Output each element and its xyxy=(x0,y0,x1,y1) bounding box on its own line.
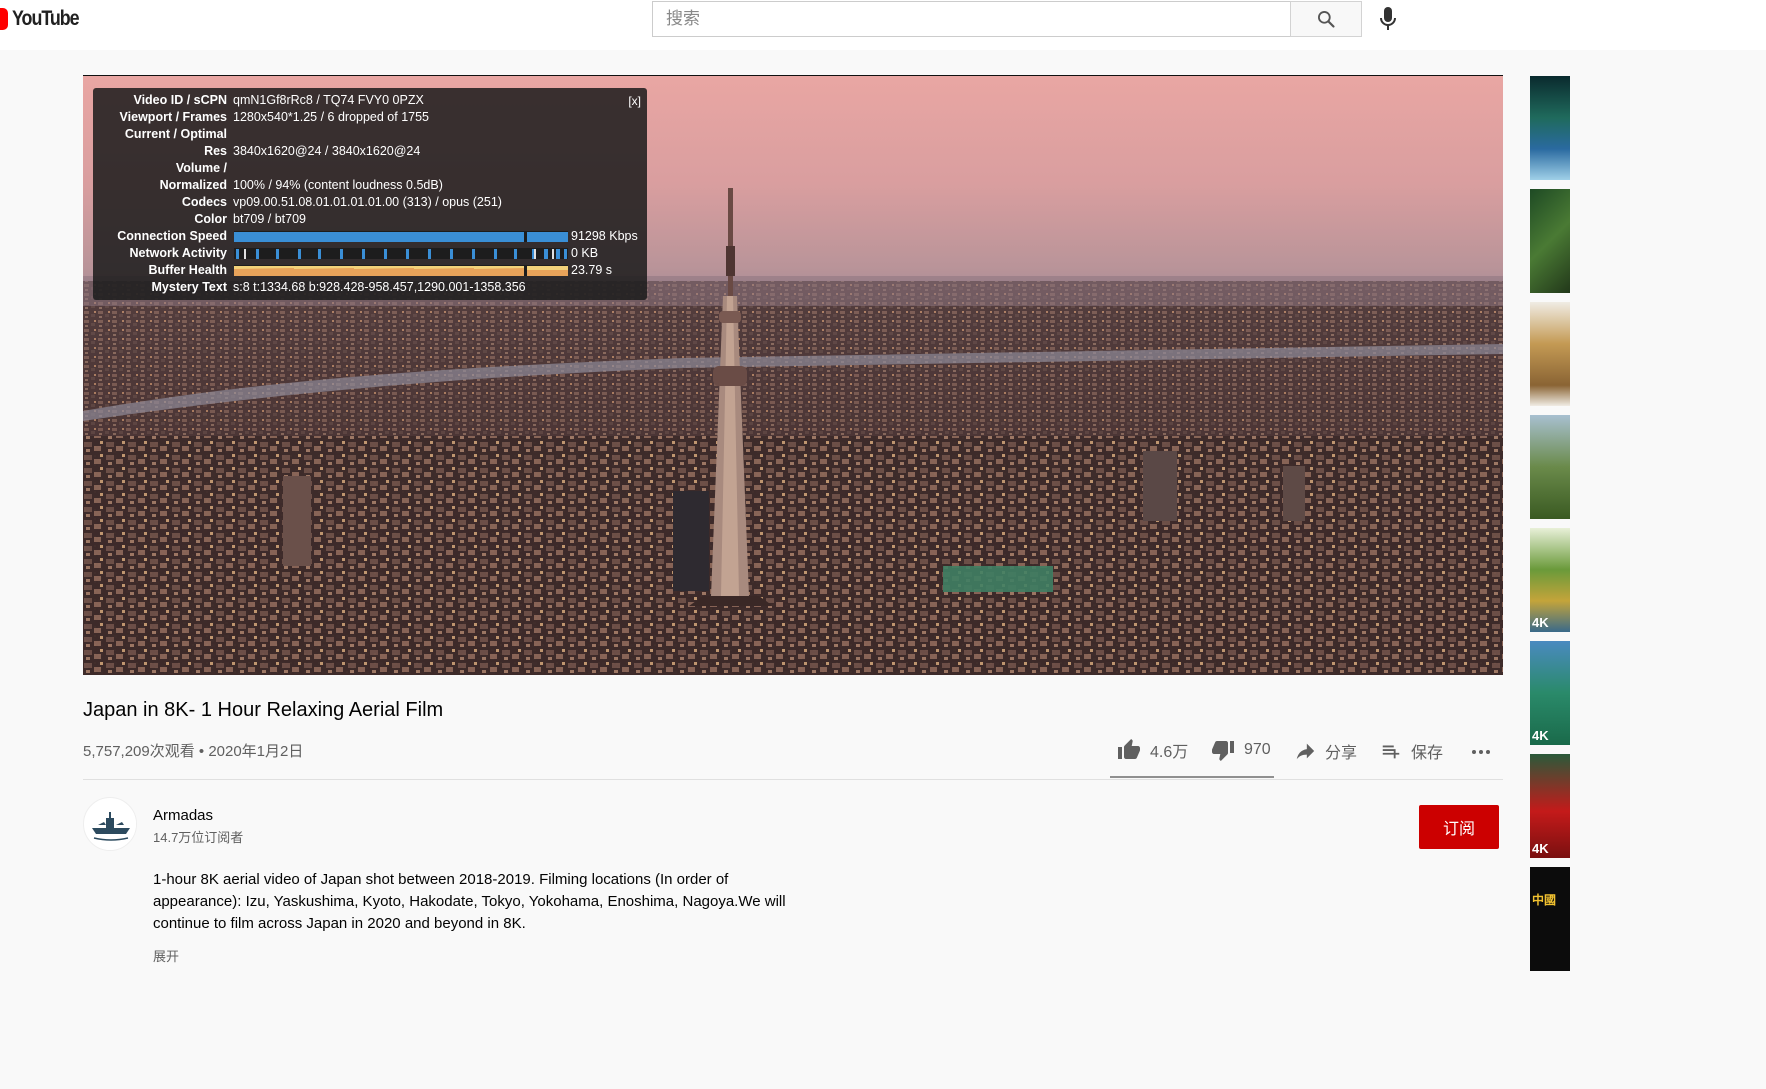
share-label: 分享 xyxy=(1325,745,1358,762)
recommendation-thumbnail[interactable] xyxy=(1530,415,1570,519)
share-button[interactable]: 分享 xyxy=(1293,739,1357,763)
recommendation-thumbnail[interactable] xyxy=(1530,76,1570,180)
stat-value: 23.79 s xyxy=(571,263,613,277)
video-meta: 5,757,209次观看 • 2020年1月2日 xyxy=(83,743,304,760)
network-activity-graph xyxy=(234,248,568,259)
stat-value: vp09.00.51.08.01.01.01.01.00 (313) / opu… xyxy=(233,195,502,209)
more-actions-button[interactable] xyxy=(1469,740,1501,764)
thumbs-up-icon xyxy=(1118,739,1140,759)
stat-label: Normalized xyxy=(159,178,227,192)
subscriber-count: 14.7万位订阅者 xyxy=(153,830,244,845)
stat-label: Color xyxy=(194,212,227,226)
channel-name[interactable]: Armadas xyxy=(153,807,213,824)
thumbnail-tag: 4K xyxy=(1532,841,1549,856)
stats-for-nerds-panel: [x] Video ID / sCPN qmN1Gf8rRc8 / TQ74 F… xyxy=(93,88,647,300)
top-bar: YouTube xyxy=(0,0,1766,50)
stat-label: Network Activity xyxy=(129,246,227,260)
stat-row-volume: Volume / xyxy=(93,160,647,177)
dislike-count: 970 xyxy=(1244,741,1271,758)
stat-row-normalized: Normalized 100% / 94% (content loudness … xyxy=(93,177,647,194)
more-horizontal-icon xyxy=(1472,750,1490,754)
connection-speed-graph xyxy=(234,231,568,242)
show-more-button[interactable]: 展开 xyxy=(153,946,179,965)
save-button[interactable]: 保存 xyxy=(1379,739,1443,763)
recommendation-thumbnail[interactable]: 4K xyxy=(1530,641,1570,745)
youtube-logo[interactable]: YouTube xyxy=(0,7,90,31)
video-description: 1-hour 8K aerial video of Japan shot bet… xyxy=(153,871,786,932)
stat-label: Viewport / Frames xyxy=(119,110,227,124)
stat-value: 3840x1620@24 / 3840x1620@24 xyxy=(233,144,421,158)
like-button[interactable]: 4.6万 xyxy=(1116,738,1188,762)
dislike-button[interactable]: 970 xyxy=(1210,738,1271,762)
stat-value: bt709 / bt709 xyxy=(233,212,306,226)
stat-label: Buffer Health xyxy=(148,263,227,277)
stat-label: Codecs xyxy=(181,195,227,209)
youtube-logo-icon xyxy=(0,8,8,30)
section-divider xyxy=(83,779,1503,780)
search-input[interactable] xyxy=(653,2,1290,36)
recommendation-thumbnail[interactable]: 中國 xyxy=(1530,867,1570,971)
stat-label: Volume / xyxy=(175,161,227,175)
video-title: Japan in 8K- 1 Hour Relaxing Aerial Film xyxy=(83,699,444,721)
recommendation-thumbnail[interactable] xyxy=(1530,302,1570,406)
recommendation-thumbnail[interactable]: 4K xyxy=(1530,754,1570,858)
stat-row-mystery-text: Mystery Text s:8 t:1334.68 b:928.428-958… xyxy=(93,279,647,296)
like-count: 4.6万 xyxy=(1150,744,1189,761)
thumbs-down-icon xyxy=(1212,741,1234,761)
stat-value: 91298 Kbps xyxy=(571,229,638,243)
recommendation-thumbnail[interactable] xyxy=(1530,189,1570,293)
stat-row-connection-speed: Connection Speed 91298 Kbps xyxy=(93,228,647,245)
search-box[interactable] xyxy=(652,1,1291,37)
stat-value: s:8 t:1334.68 b:928.428-958.457,1290.001… xyxy=(233,280,526,294)
stat-label: Video ID / sCPN xyxy=(133,93,227,107)
stat-row-codecs: Codecs vp09.00.51.08.01.01.01.01.00 (313… xyxy=(93,194,647,211)
aircraft-carrier-icon xyxy=(85,799,136,850)
stat-label: Current / Optimal xyxy=(124,127,227,141)
stat-label: Mystery Text xyxy=(151,280,228,294)
save-label: 保存 xyxy=(1411,745,1444,762)
stat-value: qmN1Gf8rRc8 / TQ74 FVY0 0PZX xyxy=(233,93,424,107)
thumbnail-tag: 4K xyxy=(1532,728,1549,743)
stat-row-video-id: Video ID / sCPN qmN1Gf8rRc8 / TQ74 FVY0 … xyxy=(93,92,647,109)
thumbnail-tag: 中國 xyxy=(1532,893,1557,907)
stat-row-current-optimal: Current / Optimal xyxy=(93,126,647,143)
stat-row-buffer-health: Buffer Health 23.79 s xyxy=(93,262,647,279)
stat-label: Connection Speed xyxy=(117,229,227,243)
share-icon xyxy=(1296,743,1315,760)
stat-row-network-activity: Network Activity 0 KB xyxy=(93,245,647,262)
recommendation-thumbnail[interactable]: 4K xyxy=(1530,528,1570,632)
stat-value: 0 KB xyxy=(571,246,599,260)
stat-value: 100% / 94% (content loudness 0.5dB) xyxy=(233,178,443,192)
subscribe-button[interactable]: 订阅 xyxy=(1419,805,1499,849)
playlist-add-icon xyxy=(1382,745,1400,759)
search-icon xyxy=(1318,11,1335,28)
stat-row-res: Res 3840x1620@24 / 3840x1620@24 xyxy=(93,143,647,160)
microphone-icon[interactable] xyxy=(1376,4,1400,34)
like-dislike-ratio-bar xyxy=(1110,776,1274,778)
buffer-health-graph xyxy=(234,265,568,276)
stat-value: 1280x540*1.25 / 6 dropped of 1755 xyxy=(233,110,430,124)
stat-row-color: Color bt709 / bt709 xyxy=(93,211,647,228)
like-ratio-fill xyxy=(1110,776,1271,778)
channel-avatar[interactable] xyxy=(83,797,137,851)
search-button[interactable] xyxy=(1290,1,1362,37)
stat-row-viewport: Viewport / Frames 1280x540*1.25 / 6 drop… xyxy=(93,109,647,126)
thumbnail-tag: 4K xyxy=(1532,615,1549,630)
logo-text: YouTube xyxy=(12,7,80,30)
stat-label: Res xyxy=(204,144,227,158)
